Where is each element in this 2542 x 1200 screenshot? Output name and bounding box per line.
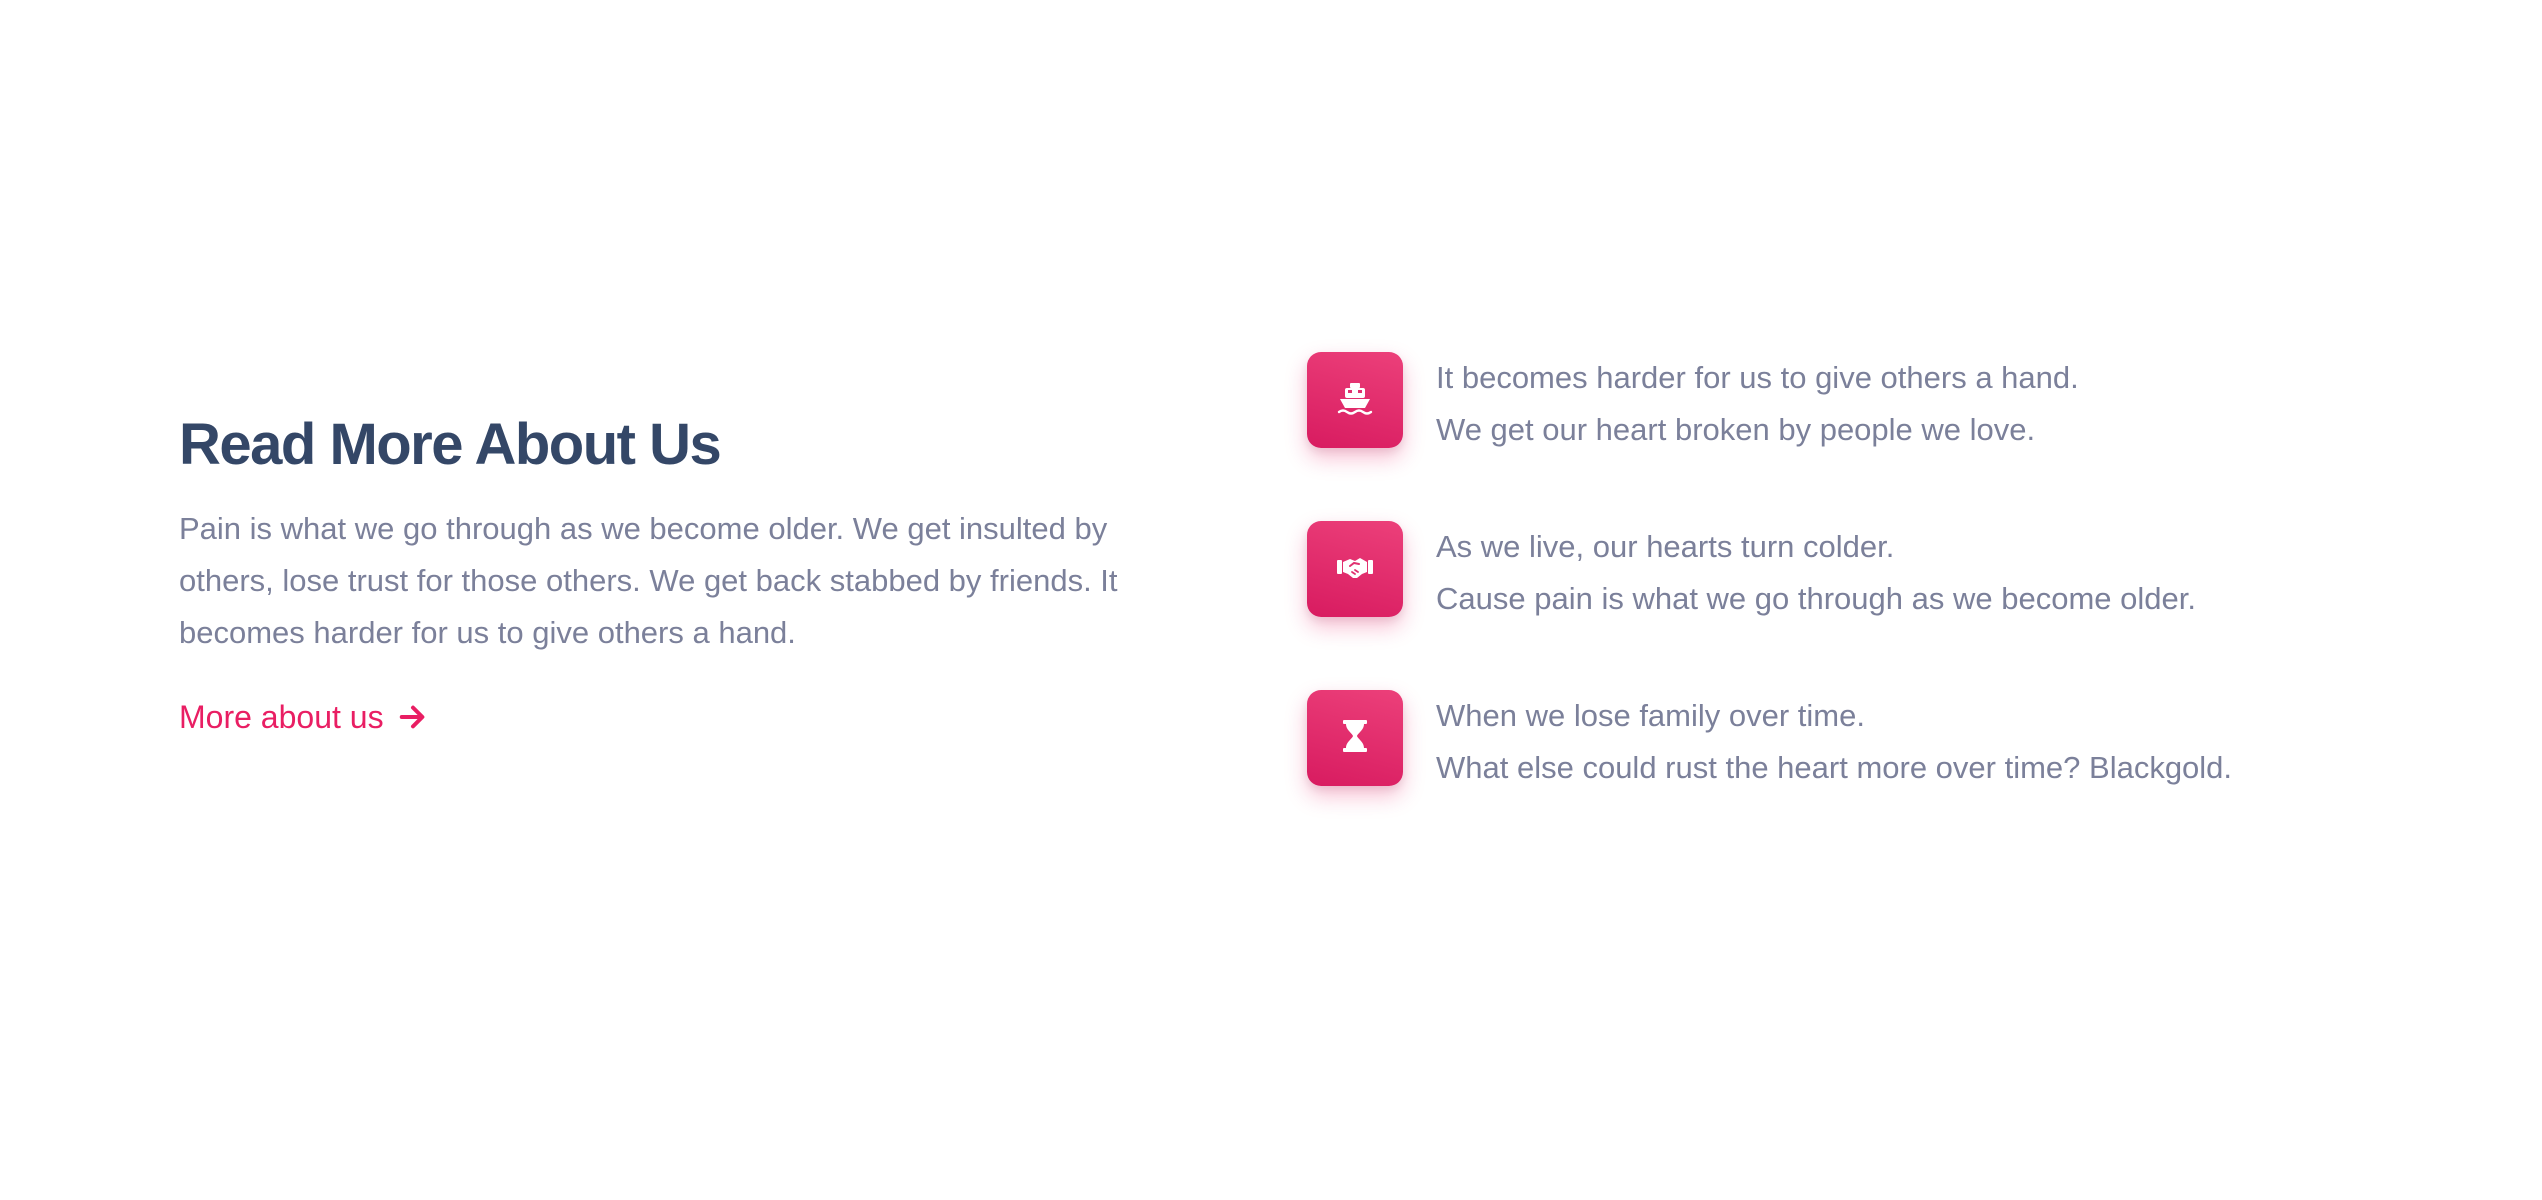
feature-icon-box [1307,352,1403,448]
more-about-us-label: More about us [179,699,384,735]
feature-line-2: Cause pain is what we go through as we b… [1436,581,2196,616]
feature-line-2: What else could rust the heart more over… [1436,750,2233,785]
feature-icon-box [1307,690,1403,786]
feature-text: It becomes harder for us to give others … [1436,352,2079,456]
section-description: Pain is what we go through as we become … [179,511,1118,650]
ship-icon [1335,378,1375,423]
about-section-intro: Read More About Us Pain is what we go th… [179,400,1169,743]
feature-text: As we live, our hearts turn colder. Caus… [1436,521,2196,625]
arrow-right-icon [398,702,428,732]
features-list: It becomes harder for us to give others … [1307,352,2457,859]
feature-line-1: As we live, our hearts turn colder. [1436,529,1895,564]
feature-item: It becomes harder for us to give others … [1307,352,2457,450]
feature-item: When we lose family over time. What else… [1307,690,2457,788]
hourglass-icon [1335,716,1375,761]
feature-line-2: We get our heart broken by people we lov… [1436,412,2036,447]
handshake-icon [1335,547,1375,592]
section-title: Read More About Us [179,412,722,477]
feature-icon-box [1307,521,1403,617]
feature-text: When we lose family over time. What else… [1436,690,2232,794]
feature-line-1: It becomes harder for us to give others … [1436,360,2079,395]
feature-item: As we live, our hearts turn colder. Caus… [1307,521,2457,619]
more-about-us-link[interactable]: More about us [179,691,428,743]
feature-line-1: When we lose family over time. [1436,698,1865,733]
